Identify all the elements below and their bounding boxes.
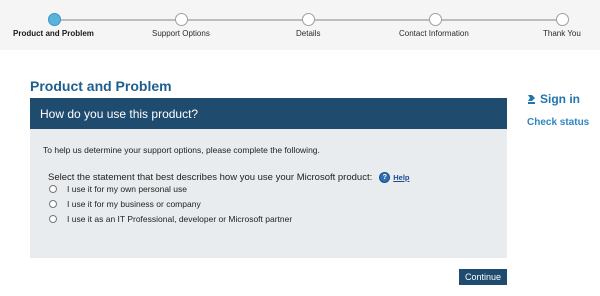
radio-button[interactable] [49,185,57,193]
panel-header: How do you use this product? [30,98,507,129]
option-label: I use it for my business or company [67,199,201,209]
step-dot-active [48,13,61,26]
option-it-professional[interactable]: I use it as an IT Professional, develope… [49,214,292,224]
radio-button[interactable] [49,200,57,208]
progress-bar: Product and Problem Support Options Deta… [0,0,600,50]
radio-button[interactable] [49,215,57,223]
continue-button[interactable]: Continue [459,269,507,285]
check-status-link[interactable]: Check status [527,117,589,128]
sign-in-link[interactable]: Sign in [527,92,580,106]
step-dot [556,13,569,26]
step-dot [302,13,315,26]
option-label: I use it for my own personal use [67,184,188,194]
panel-body: To help us determine your support option… [30,129,507,258]
step-label: Thank You [543,29,581,38]
panel-header-text: How do you use this product? [40,107,199,121]
step-dot [175,13,188,26]
sign-in-label: Sign in [540,92,580,106]
step-dot [429,13,442,26]
option-personal[interactable]: I use it for my own personal use [49,184,187,194]
option-business[interactable]: I use it for my business or company [49,199,201,209]
usage-question: Select the statement that best describes… [48,172,410,183]
step-label: Details [296,29,321,38]
page-title: Product and Problem [30,78,172,94]
option-label: I use it as an IT Professional, develope… [67,214,293,224]
step-label: Contact Information [399,29,469,38]
help-link[interactable]: Help [393,173,409,182]
instructions-text: To help us determine your support option… [43,145,320,155]
help-icon[interactable]: ? [379,172,391,183]
step-label: Support Options [152,29,210,38]
sign-in-icon [527,93,536,105]
step-label: Product and Problem [13,29,94,38]
question-text: Select the statement that best describes… [48,172,373,183]
